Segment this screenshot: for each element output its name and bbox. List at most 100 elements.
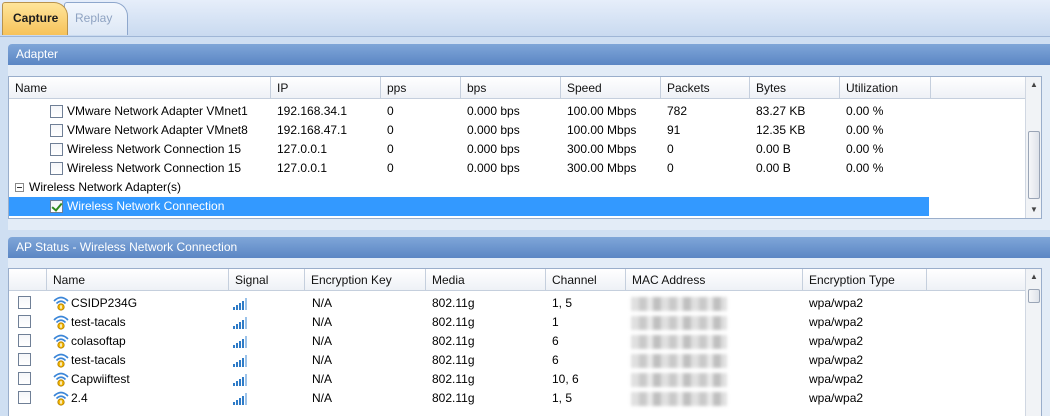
ap-row-channel: 1, 5 [552,296,573,310]
ap-row-key: N/A [312,334,333,348]
col-header-speed[interactable]: Speed [561,77,661,99]
signal-strength-icon [233,355,249,367]
adapter-row-packets: 0 [667,161,674,175]
ap-row-key: N/A [312,296,333,310]
ap-row-media: 802.11g [432,372,475,386]
col-header-bps[interactable]: bps [461,77,561,99]
adapter-row-packets: 0 [667,142,674,156]
tab-capture-label: Capture [13,11,59,25]
tab-strip: Replay Capture [0,0,1050,37]
adapter-row-name: Wireless Network Connection 15 [67,142,242,156]
ap-row-channel: 1 [552,315,559,329]
col-header-filler [931,77,1025,99]
col-header-speed-label: Speed [567,81,602,95]
wifi-network-icon [53,371,69,387]
scroll-down-icon[interactable]: ▼ [1026,202,1041,218]
ap-row-mac-redacted [631,392,727,406]
adapter-row-speed: 100.00 Mbps [567,123,637,137]
ap-row-name: test-tacals [71,353,126,367]
col-header-bytes-label: Bytes [756,81,787,95]
selected-adapter-checkbox[interactable] [50,200,63,213]
tab-replay[interactable]: Replay [64,2,128,35]
adapter-panel-title: Adapter [16,47,59,61]
ap-row-encryption-type: wpa/wpa2 [809,334,864,348]
adapter-row-bytes: 83.27 KB [756,104,806,118]
ap-row-mac-redacted [631,373,727,387]
ap-row-name: Capwiiftest [71,372,130,386]
wifi-network-icon [53,333,69,349]
ap-row-media: 802.11g [432,353,475,367]
ap-row-checkbox[interactable] [18,334,31,347]
adapter-row-checkbox[interactable] [50,105,63,118]
group-label: Wireless Network Adapter(s) [29,180,182,194]
adapter-row-speed: 300.00 Mbps [567,161,637,175]
adapter-row-packets: 91 [667,123,681,137]
adapter-row-pps: 0 [387,123,394,137]
col-header-signal[interactable]: Signal [229,269,305,291]
col-header-encryption-type[interactable]: Encryption Type [803,269,927,291]
ap-row-key: N/A [312,372,333,386]
col-header-bps-label: bps [467,81,487,95]
ap-row-checkbox[interactable] [18,296,31,309]
ap-scrollbar[interactable]: ▲ [1025,269,1041,416]
ap-row-checkbox[interactable] [18,372,31,385]
adapter-table: Name IP pps bps Speed Packets Bytes Util… [8,76,1042,219]
col-header-ip-label: IP [277,81,289,95]
adapter-row-utilization: 0.00 % [846,123,884,137]
ap-row-media: 802.11g [432,391,475,405]
col-header-name[interactable]: Name [9,77,271,99]
ap-row-checkbox[interactable] [18,315,31,328]
wifi-network-icon [53,314,69,330]
col-header-mac-label: MAC Address [632,273,706,287]
col-header-ap-name[interactable]: Name [47,269,229,291]
ap-scroll-up-icon[interactable]: ▲ [1026,269,1041,285]
tab-capture[interactable]: Capture [2,2,68,35]
ap-row-key: N/A [312,391,333,405]
ap-row-name: colasoftap [71,334,126,348]
adapter-row-utilization: 0.00 % [846,161,884,175]
adapter-row-checkbox[interactable] [50,124,63,137]
col-header-pps-label: pps [387,81,407,95]
col-header-bytes[interactable]: Bytes [750,77,840,99]
ap-row-encryption-type: wpa/wpa2 [809,296,864,310]
col-header-ip[interactable]: IP [271,77,381,99]
group-collapse-icon[interactable] [15,183,24,192]
col-header-encryption-key[interactable]: Encryption Key [305,269,426,291]
ap-scroll-thumb[interactable] [1028,289,1040,303]
adapter-panel-header: Adapter [8,44,1050,65]
adapter-row-speed: 100.00 Mbps [567,104,637,118]
scroll-thumb[interactable] [1028,131,1040,199]
adapter-row-name: Wireless Network Connection 15 [67,161,242,175]
adapter-scrollbar[interactable]: ▲ ▼ [1025,77,1041,218]
adapter-row-checkbox[interactable] [50,162,63,175]
adapter-row-checkbox[interactable] [50,143,63,156]
col-header-pps[interactable]: pps [381,77,461,99]
col-header-media-label: Media [432,273,465,287]
ap-row-encryption-type: wpa/wpa2 [809,372,864,386]
ap-row-mac-redacted [631,297,727,311]
wifi-network-icon [53,352,69,368]
adapter-row-ip: 127.0.0.1 [277,161,328,175]
scroll-up-icon[interactable]: ▲ [1026,77,1041,93]
col-header-name-label: Name [15,81,48,95]
ap-row-key: N/A [312,315,333,329]
adapter-row-bytes: 12.35 KB [756,123,806,137]
ap-row-checkbox[interactable] [18,391,31,404]
col-header-mac[interactable]: MAC Address [626,269,803,291]
ap-row-mac-redacted [631,316,727,330]
ap-row-encryption-type: wpa/wpa2 [809,353,864,367]
adapter-row-bps: 0.000 bps [467,123,520,137]
adapter-row-ip: 192.168.47.1 [277,123,348,137]
ap-panel-header: AP Status - Wireless Network Connection [8,237,1050,258]
wifi-network-icon [53,295,69,311]
ap-row-encryption-type: wpa/wpa2 [809,315,864,329]
ap-row-channel: 10, 6 [552,372,579,386]
adapter-row-utilization: 0.00 % [846,104,884,118]
col-header-media[interactable]: Media [426,269,546,291]
ap-row-checkbox[interactable] [18,353,31,366]
col-header-channel[interactable]: Channel [546,269,626,291]
col-header-utilization[interactable]: Utilization [840,77,931,99]
col-header-packets[interactable]: Packets [661,77,750,99]
adapter-row-name: VMware Network Adapter VMnet1 [67,104,248,118]
col-header-signal-label: Signal [235,273,269,287]
